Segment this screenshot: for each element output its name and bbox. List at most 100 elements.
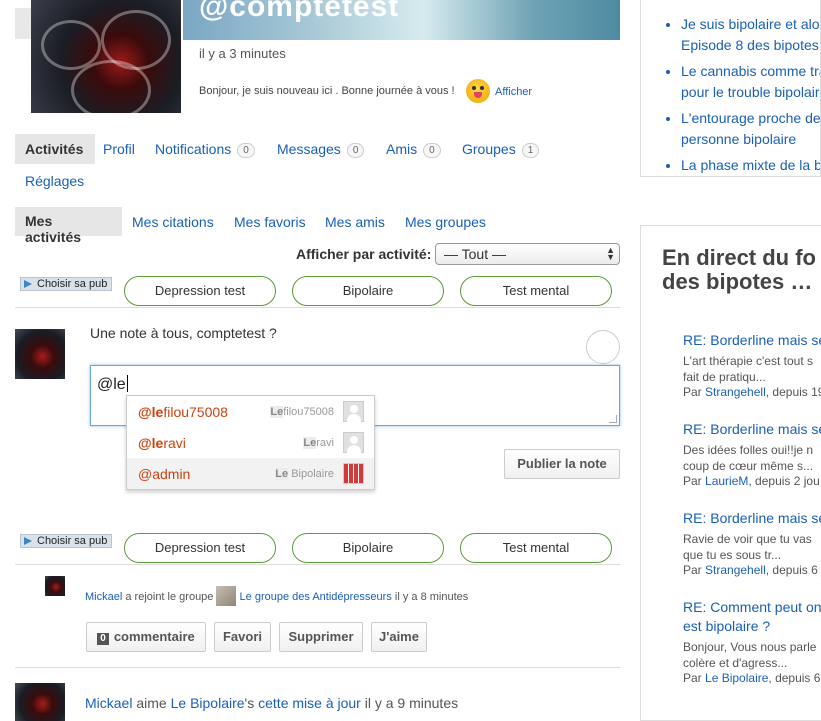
mention-name-rest: filou75008 [283,406,334,418]
feed-user-avatar[interactable] [15,683,65,721]
forum-post-author[interactable]: Strangehell [705,563,766,577]
forum-post-excerpt: L'art thérapie c'est tout s fait de prati… [683,354,813,384]
article-title-cont: Episode 8 des bipotes [681,37,819,53]
divider [15,564,620,565]
feed-user-link[interactable]: Mickael [85,695,132,711]
mention-suggestion-selected[interactable]: @admin Le Bipolaire [127,458,374,489]
user-avatar[interactable] [15,329,65,379]
messages-count-badge: 0 [346,143,365,158]
feed-time: il y a 9 minutes [364,695,459,711]
mention-handle-match: @le [138,404,164,420]
article-title: Je suis bipolaire et alor [681,16,821,32]
ad-pill-depression-test[interactable]: Depression test [124,533,276,563]
feed-possessive: 's [244,695,255,711]
feed-target-user-link[interactable]: Le Bipolaire [171,695,245,711]
ad-pill-depression-test[interactable]: Depression test [124,276,276,306]
choose-ad-badge[interactable]: Choisir sa pub [20,277,113,291]
feed-time: il y a 8 minutes [394,591,469,603]
tab-profile[interactable]: Profil [103,141,135,157]
ad-pill-test-mental[interactable]: Test mental [460,533,612,563]
mention-name-match: Le [303,437,317,449]
feed-like-line: Mickael aime Le Bipolaire's cette mise à… [85,695,458,711]
mention-suggestion[interactable]: @lefilou75008 Lefilou75008 [127,396,374,427]
forum-post-excerpt: Ravie de voir que tu vas que tu es sous t… [683,532,812,562]
forum-post: RE: Borderline mais se Ravie de voir que… [683,509,821,577]
tab-notifications[interactable]: Notifications 0 [155,141,255,158]
forum-post-meta: Par LaurieM, depuis 2 jou [683,474,820,488]
mention-name-match: Le [275,468,289,480]
forum-post-title[interactable]: RE: Borderline mais se [683,509,821,528]
activity-filter-select[interactable]: — Tout — ▲ ▼ [435,243,620,265]
mention-handle: @lefilou75008 [138,404,228,420]
tab-groups[interactable]: Groupes 1 [462,141,540,158]
subtab-my-favorites[interactable]: Mes favoris [234,214,306,230]
forum-post-author[interactable]: LaurieM [705,474,748,488]
tab-activities[interactable]: Activités [15,134,95,164]
feed-group-link[interactable]: Le groupe des Antidépresseurs [240,591,392,603]
forum-post-author[interactable]: Le Bipolaire [705,671,768,685]
tab-settings[interactable]: Réglages [25,173,84,189]
character-counter-circle [586,330,620,364]
article-title-cont: pour le trouble bipolair [681,84,820,100]
tab-messages[interactable]: Messages 0 [277,141,365,158]
default-user-avatar-icon [343,432,364,453]
mention-name: Lefilou75008 [270,406,334,418]
article-list: Je suis bipolaire et alor Episode 8 des b… [681,14,821,176]
show-bio-link[interactable]: Afficher [495,86,532,98]
post-prompt: Une note à tous, comptetest ? [90,325,277,341]
subtab-my-friends[interactable]: Mes amis [325,214,385,230]
feed-action-text: a rejoint le groupe [125,591,214,603]
forum-post-title[interactable]: RE: Borderline mais se [683,331,821,350]
ad-pill-bipolaire[interactable]: Bipolaire [292,533,444,563]
notifications-count-badge: 0 [237,143,255,158]
article-title: La phase mixte de la b [681,157,821,173]
subtab-my-groups[interactable]: Mes groupes [405,214,486,230]
feed-user-avatar[interactable] [45,576,65,596]
feed-user-link[interactable]: Mickael [85,591,122,603]
ad-pill-bipolaire[interactable]: Bipolaire [292,276,444,306]
mention-name: Le Bipolaire [275,468,334,480]
live-forum-title: En direct du fo des bipotes … [662,246,816,294]
tongue-emoji-icon [466,79,490,103]
forum-post-title[interactable]: RE: Borderline mais se [683,420,821,439]
article-link[interactable]: L'entourage proche de personne bipolaire [681,108,821,150]
tab-friends[interactable]: Amis 0 [386,141,441,158]
comment-label: commentaire [113,629,195,644]
groups-count-badge: 1 [521,143,540,158]
sidebar-articles: Je suis bipolaire et alor Episode 8 des b… [640,0,821,177]
article-link[interactable]: La phase mixte de la b [681,155,821,176]
feed-update-link[interactable]: cette mise à jour [258,695,361,711]
article-link[interactable]: Je suis bipolaire et alor Episode 8 des b… [681,14,821,56]
choose-ad-label: Choisir sa pub [37,535,108,547]
text-caret [126,375,128,392]
mention-name-match: Le [270,406,284,418]
feed-activity-line: Mickael a rejoint le groupe Le groupe de… [85,586,468,606]
favorite-button[interactable]: Favori [214,622,271,652]
divider [15,307,620,308]
publish-note-button[interactable]: Publier la note [504,449,620,479]
choose-ad-badge[interactable]: Choisir sa pub [20,534,113,548]
mention-suggestion[interactable]: @leravi Leravi [127,427,374,458]
forum-post-title[interactable]: RE: Comment peut on est bipolaire ? [683,598,821,636]
profile-avatar[interactable] [31,0,181,113]
mention-handle: @leravi [138,435,186,451]
delete-button[interactable]: Supprimer [279,622,363,652]
mention-handle-rest: @admin [138,466,191,482]
default-user-avatar-icon [343,401,364,422]
resize-handle-icon[interactable] [609,415,617,423]
group-thumbnail[interactable] [216,586,237,606]
comment-button[interactable]: 0 commentaire [86,622,206,652]
subtab-my-activities[interactable]: Mes activités [15,207,122,245]
mention-suggestions: @lefilou75008 Lefilou75008 @leravi Lerav… [126,395,375,490]
article-title: L'entourage proche de [681,110,821,126]
post-text: @le [97,376,126,393]
profile-username-banner: @comptetest [199,0,400,23]
like-button[interactable]: J'aime [371,622,427,652]
forum-post-author[interactable]: Strangehell [705,385,766,399]
ad-pill-test-mental[interactable]: Test mental [460,276,612,306]
article-link[interactable]: Le cannabis comme tra pour le trouble bip… [681,61,820,103]
profile-time-ago: il y a 3 minutes [199,46,286,61]
friends-count-badge: 0 [423,143,441,158]
grid-avatar-icon [343,463,364,484]
subtab-my-quotes[interactable]: Mes citations [132,214,214,230]
